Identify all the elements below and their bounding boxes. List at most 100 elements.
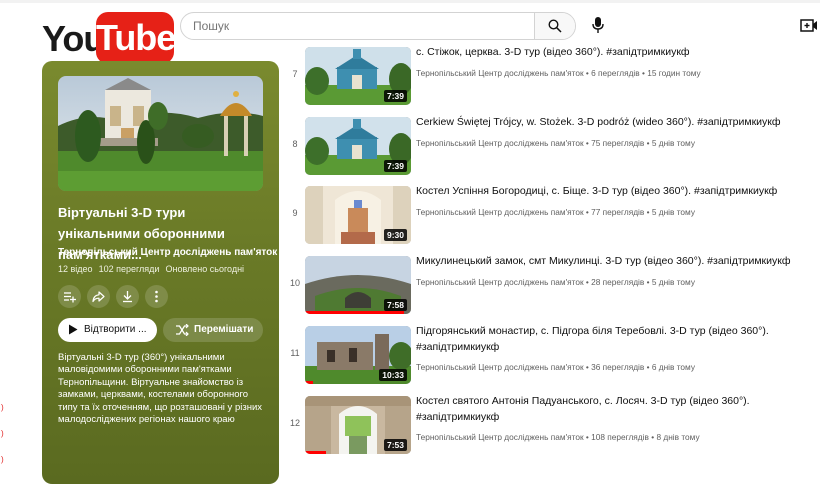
playlist-video-row[interactable]: 10 7:58 Микулинецький замок, смт Микулин… <box>290 253 810 314</box>
video-channel[interactable]: Тернопільський Центр досліджень пам'яток <box>416 207 584 217</box>
add-to-queue-button[interactable] <box>58 285 81 308</box>
video-duration: 7:39 <box>383 160 407 172</box>
video-duration: 10:33 <box>379 369 407 381</box>
logo-tube-text: Tube <box>96 12 176 64</box>
share-icon <box>92 291 105 303</box>
playlist-description: Віртуальні 3-D тур (360°) унікальними ма… <box>58 352 263 426</box>
meta-separator: • <box>646 138 650 148</box>
playlist-video-row[interactable]: 11 10:33 Підгорянський монастир, с. Підг… <box>290 323 810 384</box>
video-thumbnail[interactable]: 7:39 <box>305 117 411 175</box>
video-channel[interactable]: Тернопільський Центр досліджень пам'яток <box>416 432 584 442</box>
edge-mark: ) <box>1 403 4 412</box>
search-button[interactable] <box>534 13 575 39</box>
video-meta: Тернопільський Центр досліджень пам'яток… <box>416 432 700 442</box>
download-icon <box>123 291 132 303</box>
video-meta: Тернопільський Центр досліджень пам'яток… <box>416 207 695 217</box>
video-thumbnail[interactable]: 10:33 <box>305 326 411 384</box>
play-all-button[interactable]: Відтворити ... <box>58 318 157 342</box>
playlist-video-row[interactable]: 7 7:39 с. Стіжок, церква. 3-D тур (відео… <box>290 44 810 105</box>
meta-separator: • <box>585 362 589 372</box>
video-age: 5 днів тому <box>651 207 695 217</box>
edge-mark: ) <box>1 429 4 438</box>
video-age: 8 днів тому <box>656 432 700 442</box>
youtube-logo[interactable]: You Tube <box>42 12 176 64</box>
video-thumbnail[interactable]: 7:53 <box>305 396 411 454</box>
shuffle-button[interactable]: Перемішати <box>163 318 263 342</box>
video-meta: Тернопільський Центр досліджень пам'яток… <box>416 362 695 372</box>
playlist-video-row[interactable]: 9 9:30 Костел Успіння Богородиці, с. Біщ… <box>290 183 810 244</box>
video-views: 75 переглядів <box>591 138 645 148</box>
add-to-queue-icon <box>64 292 76 303</box>
search-icon <box>548 19 562 33</box>
video-duration: 7:53 <box>383 439 407 451</box>
meta-separator: • <box>585 207 589 217</box>
video-views: 6 переглядів <box>591 68 640 78</box>
top-border <box>0 0 820 3</box>
video-count: 12 відео <box>58 264 93 274</box>
video-age: 6 днів тому <box>651 362 695 372</box>
video-title[interactable]: с. Стіжок, церква. 3-D тур (відео 360°).… <box>416 44 806 60</box>
watch-progress <box>305 311 404 314</box>
video-index: 7 <box>292 69 298 79</box>
mic-icon[interactable] <box>591 16 605 34</box>
meta-separator: • <box>641 68 645 78</box>
video-index: 8 <box>292 139 298 149</box>
playlist-panel: Віртуальні 3-D тури унікальними оборонни… <box>42 61 279 484</box>
more-options-button[interactable] <box>145 285 168 308</box>
playlist-meta: 12 відео 102 перегляди Оновлено сьогодні <box>58 264 250 274</box>
share-button[interactable] <box>87 285 110 308</box>
meta-separator: • <box>585 138 589 148</box>
video-age: 5 днів тому <box>651 138 695 148</box>
play-icon <box>69 324 78 335</box>
video-meta: Тернопільський Центр досліджень пам'яток… <box>416 277 695 287</box>
video-channel[interactable]: Тернопільський Центр досліджень пам'яток <box>416 68 584 78</box>
meta-separator: • <box>646 362 650 372</box>
video-channel[interactable]: Тернопільський Центр досліджень пам'яток <box>416 138 584 148</box>
updated-status: Оновлено сьогодні <box>165 264 245 274</box>
video-index: 10 <box>290 278 301 288</box>
video-views: 108 переглядів <box>591 432 649 442</box>
download-button[interactable] <box>116 285 139 308</box>
meta-separator: • <box>585 277 589 287</box>
meta-separator: • <box>585 432 589 442</box>
shuffle-icon <box>176 324 189 336</box>
video-title[interactable]: Підгорянський монастир, с. Підгора біля … <box>416 323 806 355</box>
more-icon <box>155 290 158 303</box>
search-input[interactable] <box>181 13 533 39</box>
play-all-label: Відтворити ... <box>84 324 147 335</box>
video-title[interactable]: Костел святого Антонія Падуанського, с. … <box>416 393 806 425</box>
video-title[interactable]: Cerkiew Świętej Trójcy, w. Stożek. 3-D p… <box>416 114 806 130</box>
meta-separator: • <box>651 432 655 442</box>
video-age: 15 годин тому <box>647 68 701 78</box>
search-box <box>180 12 576 40</box>
video-views: 36 переглядів <box>591 362 645 372</box>
meta-separator: • <box>646 207 650 217</box>
video-views: 28 переглядів <box>591 277 645 287</box>
video-thumbnail[interactable]: 7:39 <box>305 47 411 105</box>
video-duration: 9:30 <box>383 229 407 241</box>
video-index: 11 <box>290 348 300 358</box>
create-video-icon[interactable] <box>800 17 818 33</box>
video-age: 5 днів тому <box>651 277 695 287</box>
playlist-video-row[interactable]: 8 7:39 Cerkiew Świętej Trójcy, w. Stożek… <box>290 114 810 175</box>
video-thumbnail[interactable]: 7:58 <box>305 256 411 314</box>
video-views: 77 переглядів <box>591 207 645 217</box>
logo-you-text: You <box>42 18 105 59</box>
video-index: 9 <box>292 208 298 218</box>
video-duration: 7:39 <box>383 90 407 102</box>
watch-progress <box>305 381 314 384</box>
video-title[interactable]: Костел Успіння Богородиці, с. Біще. 3-D … <box>416 183 806 199</box>
video-channel[interactable]: Тернопільський Центр досліджень пам'яток <box>416 362 584 372</box>
video-meta: Тернопільський Центр досліджень пам'яток… <box>416 68 701 78</box>
meta-separator: • <box>585 68 589 78</box>
video-index: 12 <box>290 418 301 428</box>
playlist-thumbnail[interactable] <box>58 76 263 191</box>
video-meta: Тернопільський Центр досліджень пам'яток… <box>416 138 695 148</box>
view-count: 102 перегляди <box>98 264 160 274</box>
channel-name[interactable]: Тернопільський Центр досліджень пам'яток <box>58 247 277 258</box>
video-channel[interactable]: Тернопільський Центр досліджень пам'яток <box>416 277 584 287</box>
video-duration: 7:58 <box>383 299 407 311</box>
playlist-video-row[interactable]: 12 7:53 Костел святого Антонія Падуанськ… <box>290 393 810 454</box>
video-title[interactable]: Микулинецький замок, смт Микулинці. 3-D … <box>416 253 806 269</box>
video-thumbnail[interactable]: 9:30 <box>305 186 411 244</box>
